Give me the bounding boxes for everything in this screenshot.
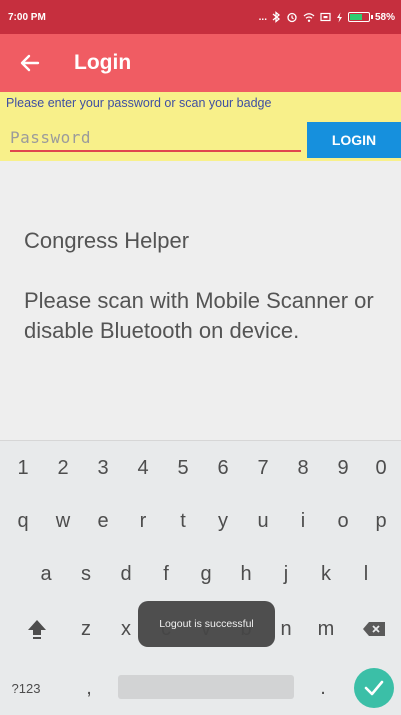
login-hint: Please enter your password or scan your … <box>6 96 272 110</box>
screen-icon <box>320 12 331 23</box>
key-0[interactable]: 0 <box>364 448 398 488</box>
key-w[interactable]: w <box>46 501 80 541</box>
key-p[interactable]: p <box>364 501 398 541</box>
key-k[interactable]: k <box>309 554 343 594</box>
key-y[interactable]: y <box>206 501 240 541</box>
status-bar: 7:00 PM ... 58% <box>0 0 401 34</box>
page-title: Login <box>74 51 132 74</box>
alarm-icon <box>286 11 298 23</box>
period-key[interactable]: . <box>306 668 340 708</box>
key-7[interactable]: 7 <box>246 448 280 488</box>
check-icon[interactable] <box>354 668 394 708</box>
shift-icon[interactable] <box>20 609 54 649</box>
key-h[interactable]: h <box>229 554 263 594</box>
key-e[interactable]: e <box>86 501 120 541</box>
wifi-icon <box>303 12 315 23</box>
app-name: Congress Helper <box>24 228 190 253</box>
key-z[interactable]: z <box>69 609 103 649</box>
bluetooth-icon <box>272 11 281 23</box>
comma-key[interactable]: , <box>72 668 106 708</box>
battery-percent: 58% <box>374 11 395 23</box>
key-l[interactable]: l <box>349 554 383 594</box>
key-1[interactable]: 1 <box>6 448 40 488</box>
key-f[interactable]: f <box>149 554 183 594</box>
backspace-icon[interactable] <box>357 609 391 649</box>
key-8[interactable]: 8 <box>286 448 320 488</box>
key-5[interactable]: 5 <box>166 448 200 488</box>
key-u[interactable]: u <box>246 501 280 541</box>
instructions-text: Please scan with Mobile Scanner or disab… <box>24 288 374 343</box>
toast-message: Logout is successful <box>138 601 275 647</box>
symbols-key[interactable]: ?123 <box>4 668 48 708</box>
password-field[interactable] <box>10 124 301 152</box>
key-9[interactable]: 9 <box>326 448 360 488</box>
key-g[interactable]: g <box>189 554 223 594</box>
app-bar: Login <box>0 34 401 92</box>
key-i[interactable]: i <box>286 501 320 541</box>
key-q[interactable]: q <box>6 501 40 541</box>
key-a[interactable]: a <box>29 554 63 594</box>
more-signal-icon: ... <box>258 11 267 23</box>
key-2[interactable]: 2 <box>46 448 80 488</box>
key-j[interactable]: j <box>269 554 303 594</box>
arrow-left-icon[interactable] <box>0 34 60 92</box>
main-content: Congress Helper Please scan with Mobile … <box>24 228 384 346</box>
key-d[interactable]: d <box>109 554 143 594</box>
key-4[interactable]: 4 <box>126 448 160 488</box>
key-s[interactable]: s <box>69 554 103 594</box>
status-icons: ... 58% <box>259 11 395 23</box>
key-t[interactable]: t <box>166 501 200 541</box>
key-3[interactable]: 3 <box>86 448 120 488</box>
key-o[interactable]: o <box>326 501 360 541</box>
space-bar[interactable] <box>118 675 294 699</box>
key-m[interactable]: m <box>309 609 343 649</box>
key-6[interactable]: 6 <box>206 448 240 488</box>
keyboard: 1 2 3 4 5 6 7 8 9 0 q w e r t y u i o p … <box>0 440 401 715</box>
battery-icon <box>347 12 373 22</box>
charging-icon <box>336 12 343 23</box>
login-button[interactable]: LOGIN <box>307 122 401 158</box>
status-time: 7:00 PM <box>8 11 46 23</box>
key-r[interactable]: r <box>126 501 160 541</box>
